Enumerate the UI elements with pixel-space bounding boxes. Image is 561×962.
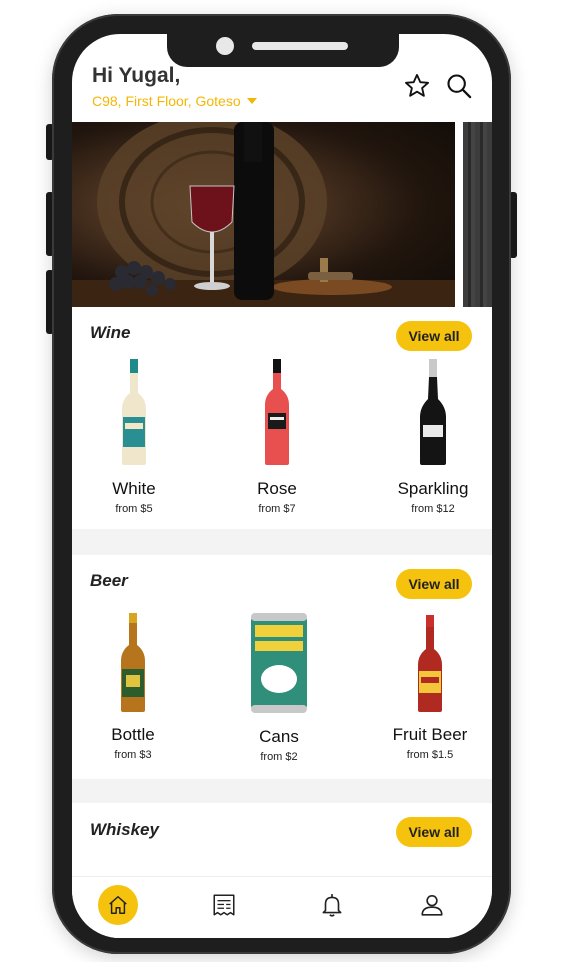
nav-profile-button[interactable] xyxy=(412,885,452,925)
beer-section: Beer View all Bottle from $3 Cans from $… xyxy=(72,555,492,779)
whiskey-section: Whiskey View all xyxy=(72,803,492,876)
search-icon[interactable] xyxy=(445,72,473,100)
beer-item-fruit-beer[interactable]: Fruit Beer from $1.5 xyxy=(370,615,490,761)
beer-item-price: from $1.5 xyxy=(406,749,454,761)
front-camera xyxy=(216,37,234,55)
wine-item-name: White xyxy=(112,479,156,498)
beer-view-all-button[interactable]: View all xyxy=(396,569,472,599)
nav-orders-button[interactable] xyxy=(204,885,244,925)
wine-item-price: from $7 xyxy=(258,503,296,515)
address-text: C98, First Floor, Goteso xyxy=(92,93,241,109)
phone-notch xyxy=(167,33,399,67)
banner-slide-next[interactable] xyxy=(463,122,492,307)
beer-item-name: Cans xyxy=(259,727,299,746)
wine-item-name: Rose xyxy=(257,479,297,498)
nav-home-button[interactable] xyxy=(98,885,138,925)
promo-banner-carousel[interactable] xyxy=(72,122,492,307)
wine-item-white[interactable]: White from $5 xyxy=(74,359,194,515)
earpiece-speaker xyxy=(252,42,348,50)
section-divider xyxy=(72,529,492,555)
greeting-text: Hi Yugal, xyxy=(92,64,181,87)
beer-item-price: from $3 xyxy=(114,749,152,761)
wine-item-price: from $12 xyxy=(411,503,455,515)
receipt-icon xyxy=(213,894,235,916)
section-divider xyxy=(72,779,492,803)
wine-item-price: from $5 xyxy=(115,503,153,515)
wine-item-name: Sparkling xyxy=(397,479,469,498)
beer-item-price: from $2 xyxy=(260,751,298,763)
bottom-navigation xyxy=(72,876,492,938)
section-title-whiskey: Whiskey xyxy=(90,820,159,839)
app-screen: Hi Yugal, C98, First Floor, Goteso Wine … xyxy=(72,34,492,938)
beer-item-name: Fruit Beer xyxy=(392,725,468,744)
wine-view-all-button[interactable]: View all xyxy=(396,321,472,351)
beer-can-image xyxy=(251,613,307,713)
caret-down-icon xyxy=(246,98,257,104)
beer-item-cans[interactable]: Cans from $2 xyxy=(219,611,339,763)
beer-item-bottle[interactable]: Bottle from $3 xyxy=(73,613,193,761)
wine-item-sparkling[interactable]: Sparkling from $12 xyxy=(373,359,492,515)
banner-slide-wine[interactable] xyxy=(72,122,455,307)
fruit-beer-bottle-image xyxy=(418,615,442,712)
delivery-address-selector[interactable]: C98, First Floor, Goteso xyxy=(92,93,257,109)
section-title-wine: Wine xyxy=(90,323,131,342)
bell-icon xyxy=(322,894,342,917)
section-title-beer: Beer xyxy=(90,571,128,590)
user-icon xyxy=(421,894,443,916)
sparkling-wine-bottle-image xyxy=(420,359,446,465)
wine-item-rose[interactable]: Rose from $7 xyxy=(217,359,337,515)
whiskey-view-all-button[interactable]: View all xyxy=(396,817,472,847)
wine-barrel-illustration xyxy=(72,122,455,307)
beer-bottle-image xyxy=(121,613,145,712)
star-icon[interactable] xyxy=(403,72,431,100)
white-wine-bottle-image xyxy=(122,359,146,465)
beer-item-name: Bottle xyxy=(111,725,155,744)
home-icon xyxy=(109,896,127,914)
wine-section: Wine View all White from $5 Rose from $7 xyxy=(72,307,492,529)
rose-wine-bottle-image xyxy=(265,359,289,465)
nav-notifications-button[interactable] xyxy=(312,885,352,925)
